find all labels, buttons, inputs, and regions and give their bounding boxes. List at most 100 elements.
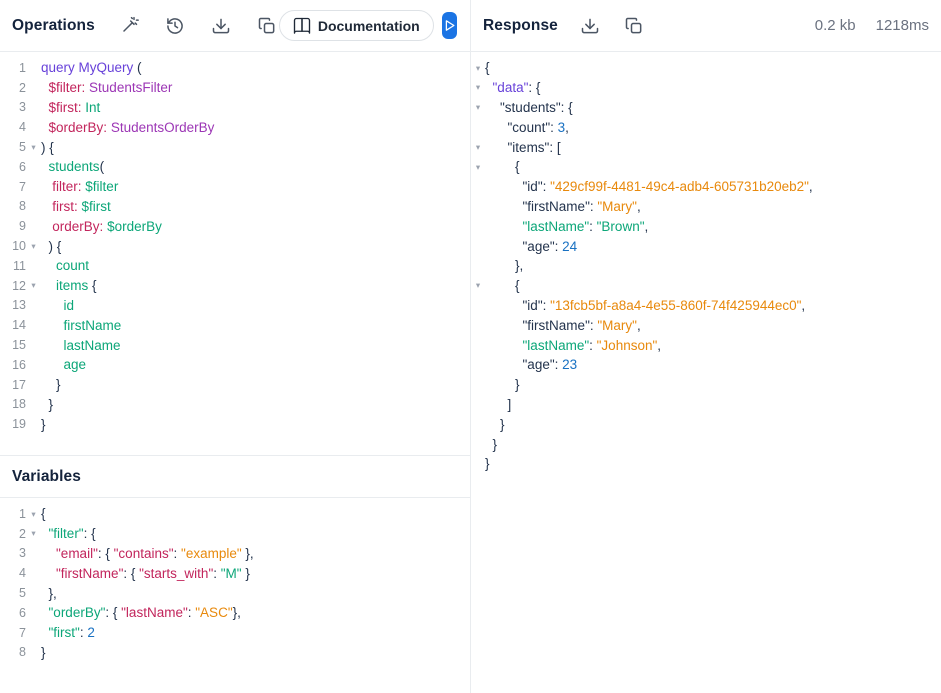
line-number: 4: [0, 120, 26, 134]
operations-editor[interactable]: 1query MyQuery (2 $filter: StudentsFilte…: [0, 52, 470, 455]
code-text: }: [485, 377, 520, 392]
fold-toggle-icon[interactable]: ▾: [26, 281, 41, 290]
copy-operations-button[interactable]: [255, 14, 279, 38]
code-line: 2 $filter: StudentsFilter: [0, 78, 470, 98]
line-number: 12: [0, 279, 26, 293]
code-text: "items": [: [485, 140, 561, 155]
code-line: 1query MyQuery (: [0, 58, 470, 78]
code-text: {: [485, 159, 520, 174]
code-line: ▾ "items": [: [471, 137, 941, 157]
download-response-button[interactable]: [578, 14, 602, 38]
code-text: "firstName": "Mary",: [485, 318, 641, 333]
fold-toggle-icon[interactable]: ▾: [471, 281, 485, 290]
response-viewer[interactable]: ▾{▾ "data": {▾ "students": { "count": 3,…: [471, 52, 941, 693]
line-number: 18: [0, 397, 26, 411]
code-line: 9 orderBy: $orderBy: [0, 216, 470, 236]
documentation-button[interactable]: Documentation: [279, 10, 434, 41]
code-text: }: [485, 456, 490, 471]
code-text: }: [41, 397, 53, 412]
code-line: "lastName": "Johnson",: [471, 335, 941, 355]
code-line: 7 filter: $filter: [0, 177, 470, 197]
book-icon: [293, 17, 311, 35]
code-text: "age": 23: [485, 357, 577, 372]
code-line: 17 }: [0, 375, 470, 395]
line-number: 8: [0, 199, 26, 213]
code-text: "data": {: [485, 80, 540, 95]
response-panel: Response: [470, 0, 941, 693]
code-text: "students": {: [485, 100, 573, 115]
line-number: 10: [0, 239, 26, 253]
code-text: firstName: [41, 318, 121, 333]
code-text: "count": 3,: [485, 120, 569, 135]
code-text: }: [41, 645, 46, 660]
code-text: "lastName": "Brown",: [485, 219, 648, 234]
documentation-label: Documentation: [318, 18, 420, 34]
code-line: }: [471, 454, 941, 474]
code-line: 1▾{: [0, 504, 470, 524]
code-line: 4 "firstName": { "starts_with": "M" }: [0, 563, 470, 583]
code-text: "firstName": { "starts_with": "M" }: [41, 566, 250, 581]
code-text: "lastName": "Johnson",: [485, 338, 661, 353]
download-icon: [211, 16, 231, 36]
line-number: 13: [0, 298, 26, 312]
code-line: 3 "email": { "contains": "example" },: [0, 544, 470, 564]
code-text: "id": "429cf99f-4481-49c4-adb4-605731b20…: [485, 179, 813, 194]
code-line: 6 "orderBy": { "lastName": "ASC"},: [0, 603, 470, 623]
code-text: }: [485, 437, 497, 452]
line-number: 16: [0, 358, 26, 372]
fold-toggle-icon[interactable]: ▾: [471, 64, 485, 73]
code-line: ]: [471, 395, 941, 415]
code-line: ▾ "data": {: [471, 78, 941, 98]
response-duration: 1218ms: [876, 17, 929, 34]
code-line: }: [471, 434, 941, 454]
line-number: 9: [0, 219, 26, 233]
run-query-button[interactable]: [442, 12, 457, 39]
line-number: 5: [0, 586, 26, 600]
fold-toggle-icon[interactable]: ▾: [26, 242, 41, 251]
fold-toggle-icon[interactable]: ▾: [471, 83, 485, 92]
fold-toggle-icon[interactable]: ▾: [26, 143, 41, 152]
copy-response-button[interactable]: [622, 14, 646, 38]
fold-toggle-icon[interactable]: ▾: [26, 529, 41, 538]
code-line: ▾ "students": {: [471, 98, 941, 118]
code-text: first: $first: [41, 199, 111, 214]
code-line: 11 count: [0, 256, 470, 276]
code-line: 19}: [0, 414, 470, 434]
code-text: $filter: StudentsFilter: [41, 80, 172, 95]
code-line: 2▾ "filter": {: [0, 524, 470, 544]
code-text: $first: Int: [41, 100, 100, 115]
fold-toggle-icon[interactable]: ▾: [471, 143, 485, 152]
code-text: items {: [41, 278, 97, 293]
fold-toggle-icon[interactable]: ▾: [471, 103, 485, 112]
history-button[interactable]: [163, 14, 187, 38]
code-line: 3 $first: Int: [0, 98, 470, 118]
line-number: 7: [0, 180, 26, 194]
code-text: {: [41, 506, 46, 521]
code-text: age: [41, 357, 86, 372]
copy-icon: [257, 16, 277, 36]
variables-editor[interactable]: 1▾{2▾ "filter": {3 "email": { "contains"…: [0, 498, 470, 693]
code-line: "age": 24: [471, 236, 941, 256]
line-number: 1: [0, 61, 26, 75]
response-meta: 0.2 kb 1218ms: [815, 17, 929, 34]
response-header: Response: [471, 0, 941, 52]
code-line: 18 }: [0, 395, 470, 415]
download-icon: [580, 16, 600, 36]
line-number: 17: [0, 378, 26, 392]
response-toolbar: [578, 14, 646, 38]
fold-toggle-icon[interactable]: ▾: [26, 510, 41, 519]
code-line: ▾ {: [471, 276, 941, 296]
prettify-button[interactable]: [117, 14, 141, 38]
code-text: "id": "13fcb5bf-a8a4-4e55-860f-74f425944…: [485, 298, 805, 313]
code-text: "first": 2: [41, 625, 95, 640]
code-line: 4 $orderBy: StudentsOrderBy: [0, 117, 470, 137]
code-text: }: [41, 417, 46, 432]
history-icon: [165, 16, 185, 36]
download-operations-button[interactable]: [209, 14, 233, 38]
code-line: "id": "429cf99f-4481-49c4-adb4-605731b20…: [471, 177, 941, 197]
code-line: 12▾ items {: [0, 276, 470, 296]
code-line: }: [471, 375, 941, 395]
fold-toggle-icon[interactable]: ▾: [471, 163, 485, 172]
line-number: 11: [0, 259, 26, 273]
code-line: }: [471, 414, 941, 434]
